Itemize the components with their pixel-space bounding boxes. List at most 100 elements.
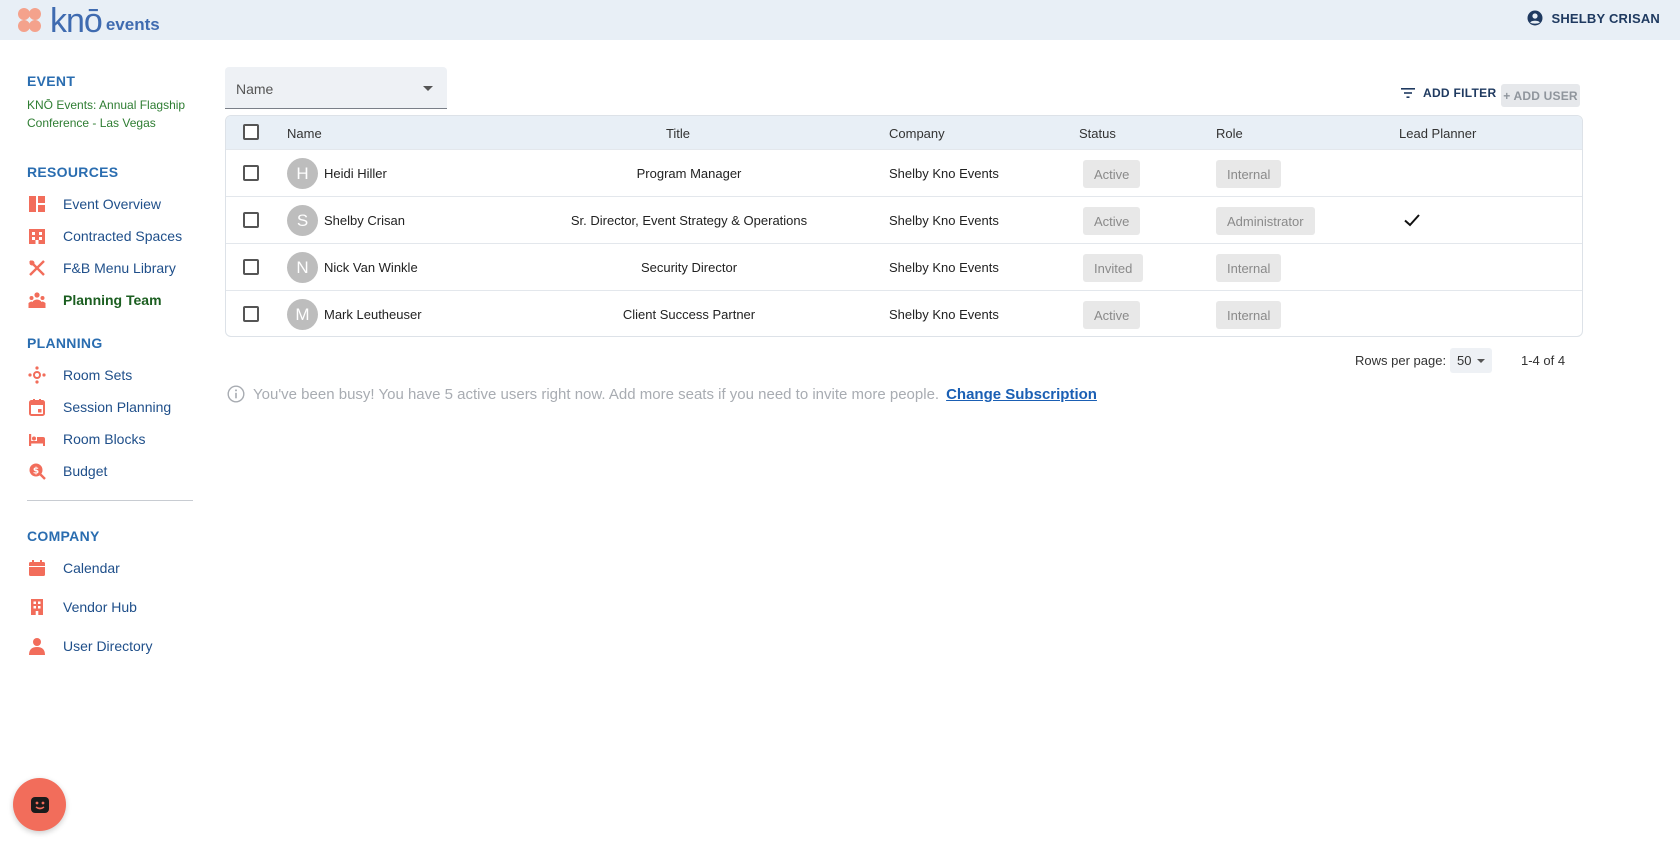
change-subscription-link[interactable]: Change Subscription: [946, 386, 1097, 403]
add-filter-button[interactable]: ADD FILTER: [1401, 86, 1496, 100]
status-badge: Active: [1083, 207, 1141, 235]
rows-per-page-value: 50: [1457, 353, 1472, 368]
sidebar-item-user-directory[interactable]: User Directory: [27, 633, 152, 659]
user-title-cell: Client Success Partner: [622, 307, 756, 322]
user-title-cell: Sr. Director, Event Strategy & Operation…: [570, 213, 808, 228]
sidebar-item-label: Planning Team: [63, 292, 162, 308]
role-badge: Internal: [1216, 254, 1282, 282]
sidebar-item-label: F&B Menu Library: [63, 260, 176, 276]
person-icon: [27, 636, 47, 656]
column-header-title[interactable]: Title: [666, 126, 690, 141]
table-row[interactable]: M Mark Leutheuser Client Success Partner…: [226, 290, 1582, 336]
company-heading: COMPANY: [27, 528, 100, 544]
user-title-cell: Security Director: [640, 260, 738, 275]
event-name-link[interactable]: KNŌ Events: Annual Flagship Conference -…: [27, 96, 202, 132]
chat-widget-button[interactable]: [13, 778, 66, 831]
column-header-role[interactable]: Role: [1216, 126, 1243, 141]
sidebar-divider: [27, 500, 193, 501]
user-company-cell: Shelby Kno Events: [889, 260, 999, 275]
sidebar-item-label: Session Planning: [63, 399, 172, 415]
rows-per-page-select[interactable]: 50: [1450, 348, 1492, 373]
sidebar-item-planning-team[interactable]: Planning Team: [27, 287, 162, 313]
role-badge: Administrator: [1216, 207, 1315, 235]
sidebar-item-budget[interactable]: $ Budget: [27, 458, 107, 484]
users-table: Name Title Company Status Role Lead Plan…: [225, 115, 1583, 337]
chevron-down-icon: [1477, 359, 1485, 363]
logo-text: knō: [50, 2, 103, 40]
sidebar-item-label: User Directory: [63, 638, 153, 654]
user-name-cell: Shelby Crisan: [324, 213, 405, 228]
avatar: N: [287, 252, 318, 283]
logo-mark-icon: [18, 6, 48, 36]
account-circle-icon: [1527, 10, 1543, 26]
sidebar-item-calendar[interactable]: Calendar: [27, 555, 120, 581]
user-company-cell: Shelby Kno Events: [889, 166, 999, 181]
role-badge: Internal: [1216, 160, 1282, 188]
seats-notice: You've been busy! You have 5 active user…: [227, 385, 1097, 403]
building-icon: [27, 226, 47, 246]
chat-bot-icon: [30, 796, 49, 813]
team-icon: [27, 290, 47, 310]
pagination-range: 1-4 of 4: [1521, 353, 1566, 368]
sidebar-item-label: Contracted Spaces: [63, 228, 183, 244]
bed-icon: [27, 429, 47, 449]
add-user-button[interactable]: + ADD USER: [1501, 84, 1580, 107]
sidebar-item-label: Budget: [63, 463, 108, 479]
filter-icon: [1401, 88, 1415, 98]
status-badge: Active: [1083, 301, 1141, 329]
status-badge: Active: [1083, 160, 1141, 188]
svg-text:$: $: [33, 467, 39, 477]
sidebar-item-event-overview[interactable]: Event Overview: [27, 191, 161, 217]
user-name-cell: Mark Leutheuser: [324, 307, 422, 322]
logo-suffix: events: [105, 15, 160, 34]
status-badge: Invited: [1083, 254, 1144, 282]
row-checkbox[interactable]: [243, 165, 259, 181]
kno-events-logo[interactable]: knō events: [18, 2, 160, 40]
resources-heading: RESOURCES: [27, 164, 119, 180]
planning-heading: PLANNING: [27, 335, 103, 351]
row-checkbox[interactable]: [243, 259, 259, 275]
column-header-name[interactable]: Name: [287, 126, 322, 141]
budget-icon: $: [27, 461, 47, 481]
info-icon: [227, 385, 245, 403]
sidebar-item-label: Vendor Hub: [63, 599, 137, 615]
room-sets-icon: [27, 365, 47, 385]
user-company-cell: Shelby Kno Events: [889, 213, 999, 228]
table-row[interactable]: H Heidi Hiller Program Manager Shelby Kn…: [226, 149, 1582, 196]
select-all-checkbox[interactable]: [243, 124, 259, 140]
filter-field-select[interactable]: Name: [225, 67, 447, 109]
sidebar-item-label: Room Sets: [63, 367, 133, 383]
dashboard-icon: [27, 194, 47, 214]
filter-field-value: Name: [236, 81, 274, 97]
table-row[interactable]: S Shelby Crisan Sr. Director, Event Stra…: [226, 196, 1582, 243]
sidebar-item-contracted-spaces[interactable]: Contracted Spaces: [27, 223, 182, 249]
user-name: SHELBY CRISAN: [1551, 10, 1660, 26]
sidebar-item-session-planning[interactable]: Session Planning: [27, 394, 171, 420]
sidebar-item-label: Event Overview: [63, 196, 162, 212]
vendor-building-icon: [27, 597, 47, 617]
event-heading: EVENT: [27, 73, 76, 89]
chevron-down-icon: [423, 86, 433, 91]
row-checkbox[interactable]: [243, 212, 259, 228]
seats-notice-text: You've been busy! You have 5 active user…: [253, 385, 940, 403]
calendar-icon: [27, 558, 47, 578]
table-row[interactable]: N Nick Van Winkle Security Director Shel…: [226, 243, 1582, 290]
column-header-company[interactable]: Company: [889, 126, 945, 141]
sidebar-item-fb-menu-library[interactable]: F&B Menu Library: [27, 255, 176, 281]
column-header-lead-planner[interactable]: Lead Planner: [1399, 126, 1476, 141]
calendar-event-icon: [27, 397, 47, 417]
sidebar-item-label: Calendar: [63, 560, 120, 576]
avatar: M: [287, 299, 318, 330]
user-company-cell: Shelby Kno Events: [889, 307, 999, 322]
sidebar-item-room-blocks[interactable]: Room Blocks: [27, 426, 145, 452]
role-badge: Internal: [1216, 301, 1282, 329]
add-filter-label: ADD FILTER: [1423, 86, 1497, 100]
sidebar-item-room-sets[interactable]: Room Sets: [27, 362, 132, 388]
sidebar-item-vendor-hub[interactable]: Vendor Hub: [27, 594, 137, 620]
lead-planner-check-icon: [1404, 214, 1420, 227]
sidebar: EVENT KNŌ Events: Annual Flagship Confer…: [0, 40, 200, 846]
user-menu[interactable]: SHELBY CRISAN: [1527, 10, 1660, 26]
row-checkbox[interactable]: [243, 306, 259, 322]
column-header-status[interactable]: Status: [1079, 126, 1116, 141]
user-name-cell: Heidi Hiller: [324, 166, 387, 181]
